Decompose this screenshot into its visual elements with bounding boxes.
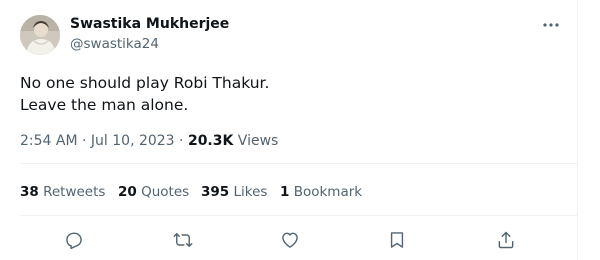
meta-separator: ·: [77, 133, 91, 149]
likes-label: Likes: [229, 184, 268, 200]
tweet-date[interactable]: Jul 10, 2023: [91, 133, 175, 149]
quotes-stat[interactable]: 20 Quotes: [118, 184, 189, 200]
tweet-card: Swastika Mukherjee @swastika24 No one sh…: [0, 0, 600, 260]
likes-stat[interactable]: 395 Likes: [201, 184, 267, 200]
divider: [20, 163, 577, 164]
bookmark-icon[interactable]: [386, 229, 408, 251]
tweet-time[interactable]: 2:54 AM: [20, 133, 78, 149]
retweet-icon[interactable]: [172, 229, 194, 251]
more-dots-icon[interactable]: [540, 18, 562, 32]
reply-icon[interactable]: [63, 229, 85, 251]
retweets-stat[interactable]: 38 Retweets: [20, 184, 105, 200]
column-divider: [577, 0, 578, 260]
avatar[interactable]: [20, 15, 60, 55]
tweet-meta: 2:54 AM · Jul 10, 2023 · 20.3K Views: [20, 133, 278, 149]
likes-count: 395: [201, 184, 230, 200]
quotes-count: 20: [118, 184, 137, 200]
divider: [20, 215, 577, 216]
tweet-text-line-1: No one should play Robi Thakur.: [20, 74, 270, 92]
like-icon[interactable]: [279, 229, 301, 251]
bookmarks-label: Bookmark: [289, 184, 363, 200]
author-handle[interactable]: @swastika24: [70, 36, 159, 52]
retweets-count: 38: [20, 184, 39, 200]
share-icon[interactable]: [495, 229, 517, 251]
tweet-text-line-2: Leave the man alone.: [20, 96, 189, 114]
bookmarks-stat[interactable]: 1 Bookmark: [280, 184, 362, 200]
views-label: Views: [233, 133, 279, 149]
retweets-label: Retweets: [38, 184, 106, 200]
author-name[interactable]: Swastika Mukherjee: [70, 16, 229, 32]
quotes-label: Quotes: [136, 184, 190, 200]
views-count: 20.3K: [187, 133, 234, 149]
meta-separator: ·: [174, 133, 188, 149]
bookmarks-count: 1: [280, 184, 290, 200]
